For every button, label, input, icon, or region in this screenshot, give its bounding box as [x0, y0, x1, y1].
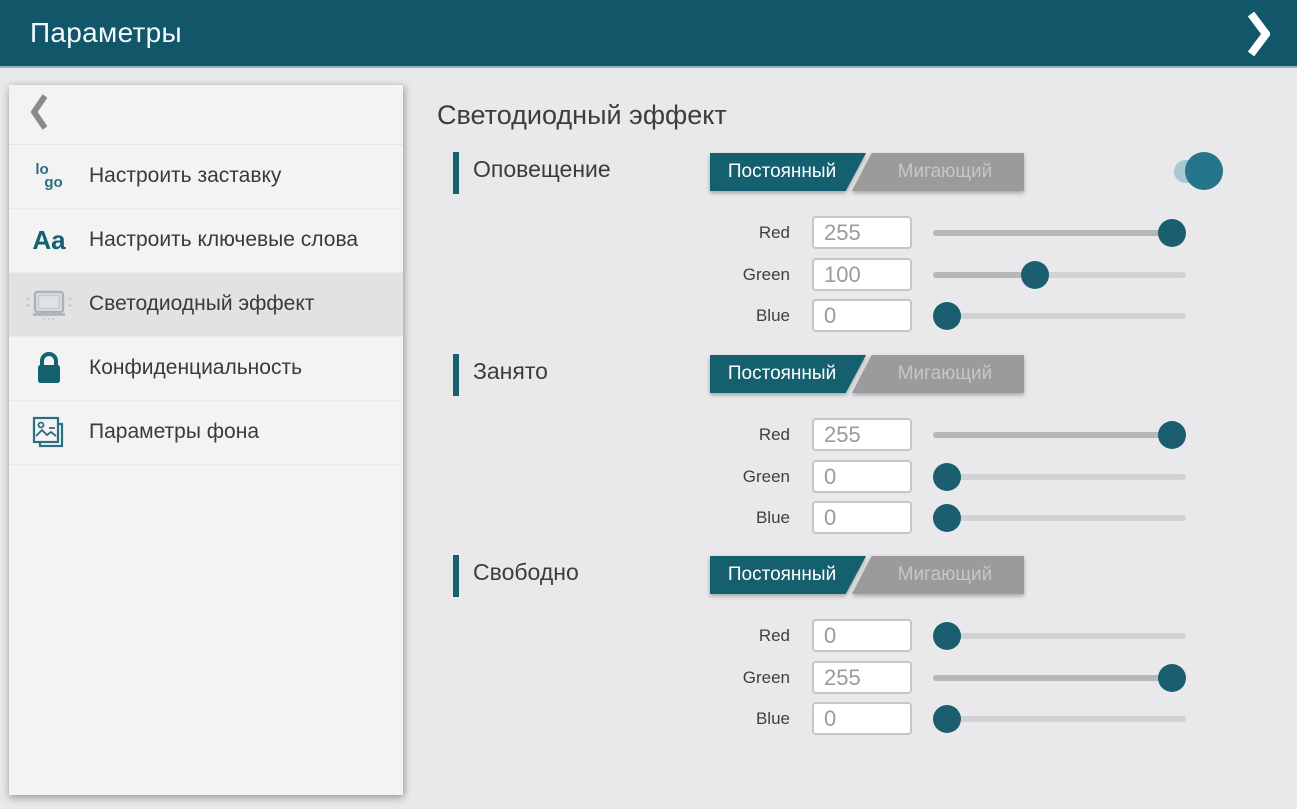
slider-fill: [933, 432, 1172, 438]
channel-label: Blue: [756, 508, 790, 528]
mode-option-constant[interactable]: Постоянный: [710, 153, 866, 191]
channel-value-input[interactable]: [812, 299, 912, 332]
section-title: Занято: [473, 358, 548, 385]
main-title: Светодиодный эффект: [437, 100, 727, 131]
slider-track: [933, 515, 1186, 521]
mode-option-constant[interactable]: Постоянный: [710, 355, 866, 393]
slider-thumb[interactable]: [933, 504, 961, 532]
aa-icon: Aa: [32, 225, 65, 256]
channel-label: Red: [759, 223, 790, 243]
slider-thumb[interactable]: [1158, 219, 1186, 247]
chevron-left-icon: [31, 94, 47, 135]
mode-segmented-control: Постоянный Мигающий: [710, 153, 1024, 191]
sidebar-item-label: Конфиденциальность: [89, 355, 302, 381]
lock-icon: [35, 352, 63, 386]
channel-row-green: Green: [453, 258, 1213, 292]
channel-label: Blue: [756, 306, 790, 326]
channel-row-red: Red: [453, 418, 1213, 452]
channel-row-blue: Blue: [453, 501, 1213, 535]
channel-row-green: Green: [453, 460, 1213, 494]
channel-row-green: Green: [453, 661, 1213, 695]
slider-track: [933, 633, 1186, 639]
channel-row-red: Red: [453, 619, 1213, 653]
mode-option-constant[interactable]: Постоянный: [710, 556, 866, 594]
led-monitor-icon: [24, 288, 74, 322]
channel-slider[interactable]: [933, 661, 1186, 695]
channel-row-blue: Blue: [453, 299, 1213, 333]
channel-value-input[interactable]: [812, 661, 912, 694]
mode-segmented-control: Постоянный Мигающий: [710, 355, 1024, 393]
section-title: Оповещение: [473, 156, 611, 183]
slider-thumb[interactable]: [933, 463, 961, 491]
channel-value-input[interactable]: [812, 418, 912, 451]
slider-track: [933, 716, 1186, 722]
channel-value-input[interactable]: [812, 216, 912, 249]
channel-value-input[interactable]: [812, 501, 912, 534]
mode-option-blinking[interactable]: Мигающий: [852, 153, 1024, 191]
channel-slider[interactable]: [933, 460, 1186, 494]
slider-thumb[interactable]: [1158, 421, 1186, 449]
channel-slider[interactable]: [933, 702, 1186, 736]
images-icon: [31, 415, 67, 451]
sidebar-item-label: Светодиодный эффект: [89, 291, 314, 317]
sidebar-item-label: Настроить ключевые слова: [89, 227, 358, 253]
sidebar-item-1[interactable]: Aa Настроить ключевые слова: [9, 209, 403, 273]
sidebar-item-2[interactable]: Светодиодный эффект: [9, 273, 403, 337]
slider-thumb[interactable]: [933, 705, 961, 733]
section-accent-bar: [453, 354, 459, 396]
sidebar-back-button[interactable]: [9, 85, 403, 145]
mode-segmented-control: Постоянный Мигающий: [710, 556, 1024, 594]
channel-label: Green: [743, 668, 790, 688]
slider-thumb[interactable]: [1021, 261, 1049, 289]
channel-label: Green: [743, 467, 790, 487]
channel-slider[interactable]: [933, 501, 1186, 535]
section-enable-toggle[interactable]: [1174, 150, 1224, 192]
channel-value-input[interactable]: [812, 460, 912, 493]
slider-track: [933, 313, 1186, 319]
slider-track: [933, 474, 1186, 480]
channel-slider[interactable]: [933, 299, 1186, 333]
section-accent-bar: [453, 555, 459, 597]
led-section: Свободно Постоянный Мигающий Red Green B…: [453, 553, 1253, 753]
slider-thumb[interactable]: [933, 622, 961, 650]
channel-slider[interactable]: [933, 258, 1186, 292]
channel-value-input[interactable]: [812, 619, 912, 652]
slider-thumb[interactable]: [1158, 664, 1186, 692]
led-section: Занято Постоянный Мигающий Red Green Blu…: [453, 352, 1253, 552]
channel-label: Red: [759, 626, 790, 646]
sidebar-item-label: Параметры фона: [89, 419, 259, 445]
sidebar-nav-list: logo Настроить заставку Aa Настроить клю…: [9, 145, 403, 465]
sidebar: logo Настроить заставку Aa Настроить клю…: [9, 85, 403, 795]
channel-row-blue: Blue: [453, 702, 1213, 736]
channel-label: Red: [759, 425, 790, 445]
slider-fill: [933, 272, 1035, 278]
logo-icon: logo: [35, 164, 62, 190]
sidebar-item-label: Настроить заставку: [89, 163, 281, 189]
mode-option-blinking[interactable]: Мигающий: [852, 355, 1024, 393]
led-section: Оповещение Постоянный Мигающий Red Green…: [453, 150, 1253, 350]
page-title: Параметры: [0, 17, 182, 49]
sidebar-item-0[interactable]: logo Настроить заставку: [9, 145, 403, 209]
channel-row-red: Red: [453, 216, 1213, 250]
channel-slider[interactable]: [933, 216, 1186, 250]
channel-value-input[interactable]: [812, 258, 912, 291]
toggle-knob: [1185, 152, 1223, 190]
section-title: Свободно: [473, 559, 579, 586]
mode-option-blinking[interactable]: Мигающий: [852, 556, 1024, 594]
section-accent-bar: [453, 152, 459, 194]
slider-fill: [933, 230, 1172, 236]
chevron-right-icon[interactable]: [1239, 12, 1279, 56]
sidebar-item-4[interactable]: Параметры фона: [9, 401, 403, 465]
slider-thumb[interactable]: [933, 302, 961, 330]
channel-label: Green: [743, 265, 790, 285]
channel-slider[interactable]: [933, 418, 1186, 452]
sidebar-item-3[interactable]: Конфиденциальность: [9, 337, 403, 401]
channel-slider[interactable]: [933, 619, 1186, 653]
settings-window: Параметры logo Настроить заставку Aa Нас…: [0, 0, 1297, 809]
channel-value-input[interactable]: [812, 702, 912, 735]
slider-fill: [933, 675, 1172, 681]
app-header: Параметры: [0, 0, 1297, 68]
channel-label: Blue: [756, 709, 790, 729]
